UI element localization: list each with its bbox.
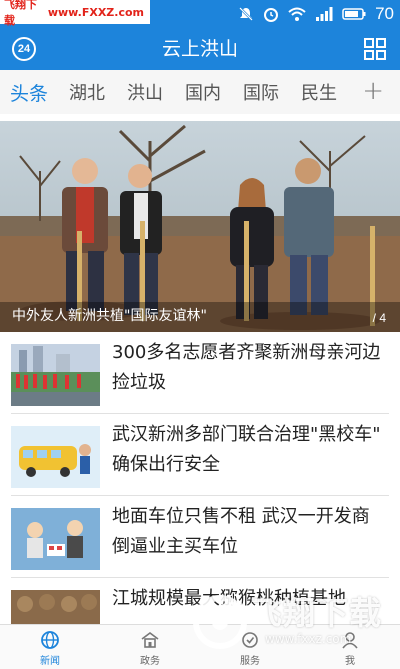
tab-domestic[interactable]: 国内 — [174, 79, 232, 105]
watermark-overlay-text: 飞翔下载 — [250, 594, 383, 632]
globe-icon — [41, 631, 59, 649]
mute-icon — [239, 7, 253, 21]
add-channel-button[interactable]: + — [362, 76, 384, 106]
watermark-top: 飞翔下载 www.FXXZ.com — [0, 0, 150, 27]
watermark-logo-icon — [193, 595, 247, 649]
status-icons: 70 — [238, 2, 394, 26]
channel-tabs: 头条 湖北 洪山 国内 国际 民生 + — [0, 70, 400, 114]
nav-label: 新闻 — [40, 656, 60, 667]
wifi-icon — [288, 7, 306, 21]
tab-livelihood[interactable]: 民生 — [290, 79, 348, 105]
tab-hubei[interactable]: 湖北 — [58, 79, 116, 105]
news-title: 地面车位只售不租 武汉一开发商倒逼业主买车位 — [112, 506, 370, 557]
battery-level: 70 — [375, 4, 394, 23]
nav-government[interactable]: 政务 — [100, 625, 200, 669]
building-icon — [141, 632, 159, 648]
tab-toutiao[interactable]: 头条 — [0, 79, 58, 106]
news-thumbnail — [11, 426, 100, 488]
hero-image — [0, 121, 400, 332]
grid-menu-icon[interactable] — [364, 38, 386, 60]
battery-icon — [342, 8, 366, 20]
news-item[interactable]: 武汉新洲多部门联合治理"黑校车" 确保出行安全 — [11, 414, 389, 496]
news-thumbnail — [11, 508, 100, 570]
news-title: 武汉新洲多部门联合治理"黑校车" 确保出行安全 — [112, 424, 381, 475]
watermark-name: 飞翔下载 — [4, 0, 37, 27]
nav-label: 政务 — [140, 656, 160, 667]
news-thumbnail — [11, 344, 100, 406]
news-item[interactable]: 300多名志愿者齐聚新洲母亲河边捡垃圾 — [11, 332, 389, 414]
news-item[interactable]: 地面车位只售不租 武汉一开发商倒逼业主买车位 — [11, 496, 389, 578]
tab-hongshan[interactable]: 洪山 — [116, 79, 174, 105]
app-title: 云上洪山 — [161, 38, 238, 60]
news-title: 300多名志愿者齐聚新洲母亲河边捡垃圾 — [112, 342, 381, 393]
hero-caption[interactable]: 中外友人新洲共植"国际友谊林" — [12, 305, 207, 325]
status-bar: 飞翔下载 www.FXXZ.com 70 — [0, 0, 400, 28]
tab-international[interactable]: 国际 — [232, 79, 290, 105]
watermark-overlay: 飞翔下载 www.fxxz.com — [190, 584, 400, 662]
hero-page-indicator: / 4 — [372, 311, 386, 325]
app-header: 24 云上洪山 — [0, 28, 400, 70]
alarm-icon — [264, 8, 279, 22]
watermark-url: www.FXXZ.com — [47, 5, 144, 19]
nav-news[interactable]: 新闻 — [0, 625, 100, 669]
hero-carousel[interactable]: 中外友人新洲共植"国际友谊林" / 4 — [0, 121, 400, 332]
signal-icon — [316, 7, 333, 21]
watermark-overlay-url: www.fxxz.com — [265, 632, 352, 646]
